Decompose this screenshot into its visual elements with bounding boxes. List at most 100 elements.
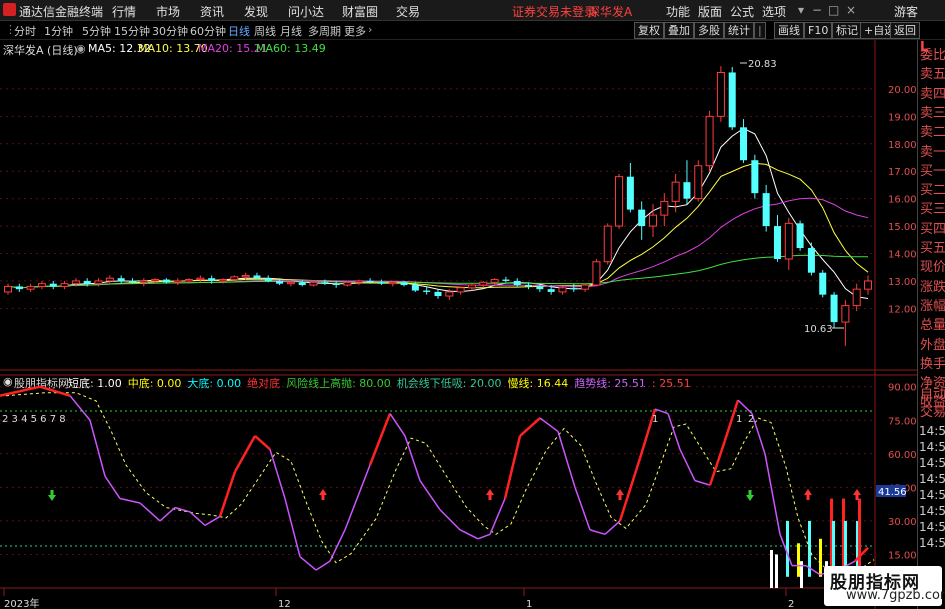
candle-body-up	[592, 261, 601, 286]
tool-tongji[interactable]: 统计	[724, 22, 754, 39]
candle-body-up	[660, 200, 669, 216]
candle-body-down	[411, 285, 419, 291]
chevron-right-icon[interactable]: ›	[368, 23, 372, 36]
menu-faxian[interactable]: 发现	[244, 3, 268, 20]
tool-back[interactable]: 返回	[890, 22, 920, 39]
trend-line-segment	[89, 420, 106, 477]
window-menu-icon[interactable]: ▾	[798, 3, 804, 17]
candle-body-up	[173, 280, 182, 283]
chart-area[interactable]: 20.00 19.00 18.00 17.00 16.00 15.00 14.00 13.00…	[0, 40, 917, 609]
tool-duogu[interactable]: 多股	[694, 22, 724, 39]
ma20-line	[7, 197, 869, 289]
candle-body-up	[343, 281, 352, 286]
candle-body-down	[536, 286, 544, 290]
candle-body-up	[388, 281, 397, 285]
candle-body-up	[558, 287, 567, 293]
period-monthly[interactable]: 月线	[280, 23, 302, 39]
candle-body-up	[94, 280, 103, 285]
menu-banmian[interactable]: 版面	[698, 3, 722, 20]
app-logo-icon	[3, 3, 16, 16]
menu-gongneng[interactable]: 功能	[666, 3, 690, 20]
buy-arrow-icon	[486, 489, 494, 500]
candle-body-up	[784, 222, 793, 260]
period-15min[interactable]: 15分钟	[114, 23, 150, 39]
ma5-line	[7, 127, 869, 299]
login-status[interactable]: 证券交易未登录	[512, 3, 596, 20]
period-weekly[interactable]: 周线	[254, 23, 276, 39]
date-label-12: 12	[278, 599, 291, 609]
indicator-numbers: 2 3 4 5 6 7 8	[2, 414, 66, 425]
ma-lines	[7, 127, 869, 299]
indicator-mark-1b: 1	[736, 414, 742, 425]
slow-line	[5, 392, 875, 571]
trend-line-segment	[69, 395, 91, 421]
price-axis-label: 19.00	[888, 112, 917, 123]
quote-time: 14:55	[919, 456, 945, 470]
quote-label: 外盘	[920, 337, 945, 353]
candle-body-down	[513, 280, 521, 286]
price-axis-label: 18.00	[888, 140, 917, 151]
candle-body-up	[230, 276, 239, 281]
indicator-axis-label: 15.00	[888, 550, 917, 561]
period-1min[interactable]: 1分钟	[44, 23, 73, 39]
trend-line-segment	[329, 529, 346, 562]
tool-huaxian[interactable]: 画线	[774, 22, 804, 39]
tool-f10[interactable]: F10	[804, 22, 833, 39]
quote-time: 14:56	[919, 520, 945, 534]
candle-body-up	[705, 115, 714, 167]
candle-body-down	[830, 294, 838, 323]
candle-body-up	[716, 71, 725, 117]
trend-line-segment	[764, 453, 781, 535]
candle-body-up	[456, 287, 465, 293]
trend-line-segment	[404, 435, 421, 481]
quote-panel: L 委比 卖五 卖四 卖三 卖二 卖一 买一 买二 买三 买四 买五 现价 涨跌 涨幅 总量 外盘 换手 净资 收益…	[917, 40, 945, 609]
menu-jiaoyi[interactable]: 交易	[396, 3, 420, 20]
close-icon[interactable]: ×	[846, 3, 856, 17]
trend-line-segment	[159, 506, 176, 522]
candle-body-up	[218, 279, 228, 282]
tool-diejia[interactable]: 叠加	[664, 22, 694, 39]
candle-body-down	[819, 272, 827, 295]
candle-body-up	[60, 283, 69, 287]
candle-body-up	[196, 277, 205, 281]
indicator-grid	[0, 386, 875, 555]
period-daily[interactable]: 日线	[228, 23, 250, 39]
price-axis-label: 15.00	[888, 222, 917, 233]
period-5min[interactable]: 5分钟	[82, 23, 111, 39]
sell-arrow-icon	[48, 490, 56, 501]
trend-line-segment	[459, 529, 479, 540]
indicator-mark-2: 2	[748, 414, 754, 425]
menu-xuanxiang[interactable]: 选项	[762, 3, 786, 20]
period-30min[interactable]: 30分钟	[152, 23, 188, 39]
candle-body-down	[740, 127, 748, 161]
menu-caifuquan[interactable]: 财富圈	[342, 3, 378, 20]
candle-body-down	[807, 248, 815, 273]
tool-fuquan[interactable]: 复权	[634, 22, 664, 39]
quote-label: 卖四	[920, 86, 945, 102]
quote-label: 总量	[920, 318, 945, 334]
maximize-icon[interactable]: □	[828, 3, 839, 17]
menu-shichang[interactable]: 市场	[156, 3, 180, 20]
tool-biaoji[interactable]: 标记	[832, 22, 862, 39]
menu-gongshi[interactable]: 公式	[730, 3, 754, 20]
candle-body-down	[762, 193, 770, 227]
quote-label: 买二	[920, 183, 945, 199]
minimize-icon[interactable]: −	[812, 3, 822, 17]
candle-body-down	[276, 280, 284, 284]
period-fenshi[interactable]: 分时	[14, 23, 36, 39]
user-label[interactable]: 游客	[894, 3, 918, 20]
candle-body-up	[445, 291, 454, 297]
menu-zixun[interactable]: 资讯	[200, 3, 224, 20]
period-more[interactable]: 更多	[344, 23, 366, 39]
candle-body-up	[241, 274, 250, 278]
tool-separator: |	[754, 22, 766, 39]
date-label-1: 1	[526, 599, 532, 609]
price-axis-label: 13.00	[888, 277, 917, 288]
period-multi[interactable]: 多周期	[308, 23, 341, 39]
trend-line-segment	[477, 533, 491, 540]
menu-hangqing[interactable]: 行情	[112, 3, 136, 20]
period-60min[interactable]: 60分钟	[190, 23, 226, 39]
menu-wenxiaoda[interactable]: 问小达	[288, 3, 324, 20]
candle-body-down	[253, 275, 261, 279]
candle-body-down	[162, 279, 170, 283]
